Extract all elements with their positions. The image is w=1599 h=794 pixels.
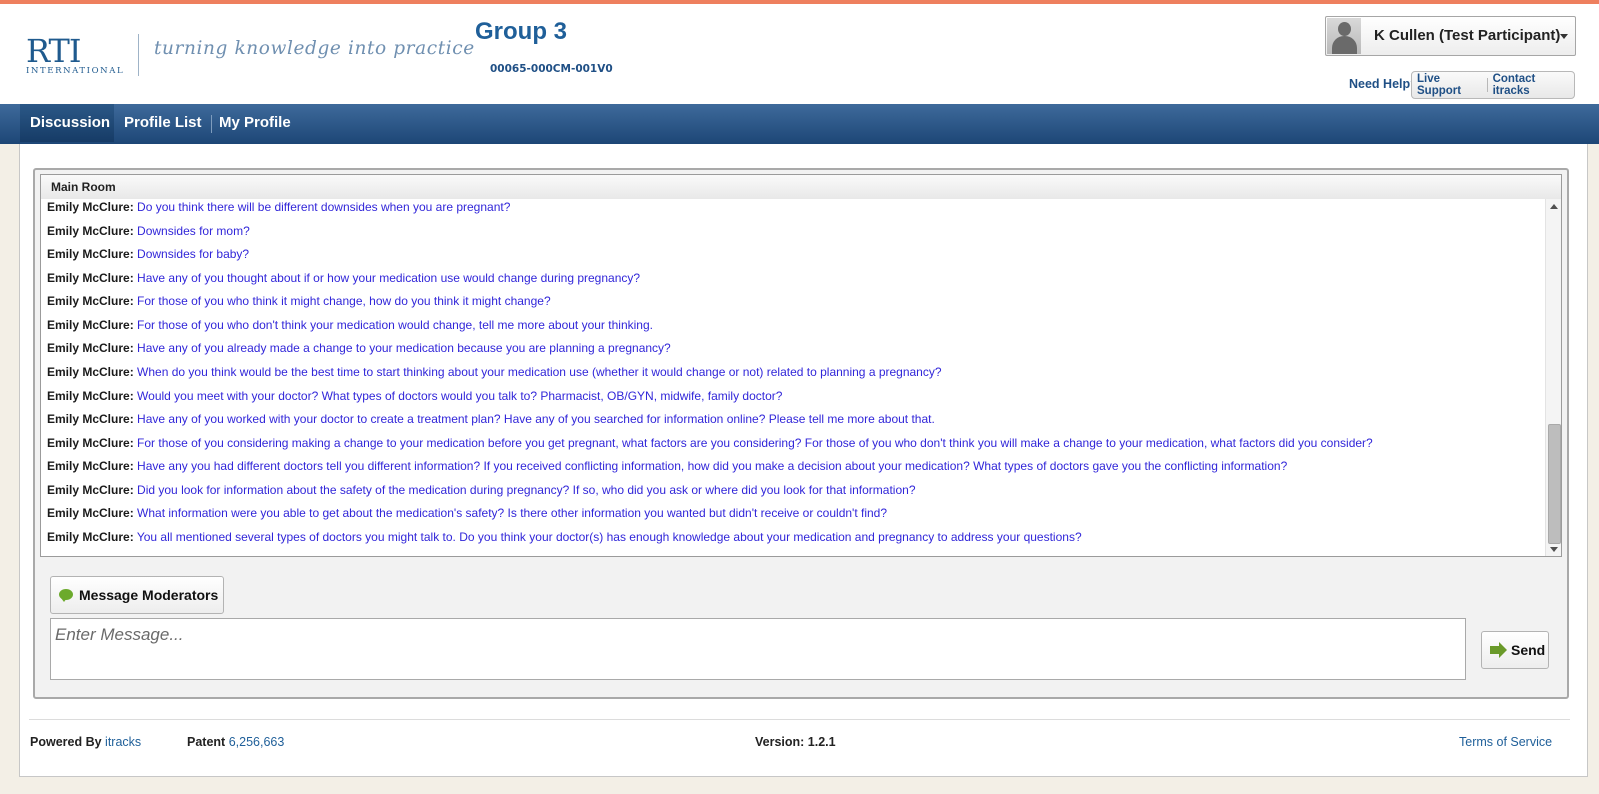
list-item: Emily McClure: Downsides for baby?: [47, 244, 249, 264]
chevron-down-icon: [1560, 34, 1568, 39]
logo-divider: [138, 34, 139, 76]
message-text: Have any of you worked with your doctor …: [137, 412, 935, 426]
scroll-up-arrow-icon[interactable]: [1550, 204, 1558, 209]
room-title: Main Room: [51, 180, 116, 194]
group-title: Group 3: [475, 18, 568, 45]
patent: Patent 6,256,663: [187, 735, 284, 749]
project-code: 00065-000CM-001V0: [490, 63, 613, 75]
contact-itracks-link[interactable]: Contact itracks: [1488, 73, 1574, 97]
footer-divider: [29, 719, 1570, 720]
itracks-link[interactable]: itracks: [105, 735, 141, 749]
tab-profile-list[interactable]: Profile List: [124, 104, 202, 142]
list-item: Emily McClure: Have any you had differen…: [47, 456, 1287, 476]
message-text: When do you think would be the best time…: [137, 365, 942, 379]
chat-container: Main Room Emily McClure: Do you think th…: [33, 168, 1569, 699]
message-text: Have any of you thought about if or how …: [137, 271, 641, 285]
message-author: Emily McClure:: [47, 247, 134, 261]
message-author: Emily McClure:: [47, 294, 134, 308]
need-help-label: Need Help?: [1349, 77, 1418, 91]
list-item: Emily McClure: For those of you who don'…: [47, 315, 653, 335]
message-author: Emily McClure:: [47, 365, 134, 379]
message-author: Emily McClure:: [47, 389, 134, 403]
rti-logo-wordmark: RTI: [26, 32, 82, 70]
arrow-right-icon: [1490, 642, 1507, 658]
message-author: Emily McClure:: [47, 506, 134, 520]
tab-discussion[interactable]: Discussion: [20, 104, 114, 142]
message-author: Emily McClure:: [47, 530, 134, 544]
patent-label: Patent: [187, 735, 226, 749]
message-scrollbar[interactable]: [1545, 199, 1561, 556]
main-nav: Discussion Profile List My Profile: [0, 104, 1599, 144]
message-text: For those of you who don't think your me…: [137, 318, 653, 332]
message-author: Emily McClure:: [47, 483, 134, 497]
list-item: Emily McClure: Have any of you already m…: [47, 338, 671, 358]
message-text: Did you look for information about the s…: [137, 483, 916, 497]
tab-my-profile[interactable]: My Profile: [219, 104, 291, 142]
message-text: For those of you considering making a ch…: [137, 436, 1373, 450]
list-item: Emily McClure: Have any of you worked wi…: [47, 409, 935, 429]
list-item: Emily McClure: For those of you consider…: [47, 433, 1373, 453]
message-author: Emily McClure:: [47, 436, 134, 450]
message-author: Emily McClure:: [47, 412, 134, 426]
room-header: Main Room: [40, 174, 1562, 200]
powered-by-label: Powered By: [30, 735, 102, 749]
message-author: Emily McClure:: [47, 224, 134, 238]
message-text: Downsides for baby?: [137, 247, 250, 261]
rti-logo[interactable]: RTI INTERNATIONAL: [26, 32, 125, 76]
patent-link[interactable]: 6,256,663: [229, 735, 285, 749]
send-label: Send: [1511, 642, 1546, 658]
live-support-link[interactable]: Live Support: [1412, 73, 1487, 97]
message-text: For those of you who think it might chan…: [137, 294, 551, 308]
tagline: turning knowledge into practice: [154, 38, 475, 59]
message-author: Emily McClure:: [47, 341, 134, 355]
version-label: Version: 1.2.1: [755, 735, 836, 749]
scroll-down-arrow-icon[interactable]: [1550, 547, 1558, 552]
message-author: Emily McClure:: [47, 200, 134, 214]
message-list[interactable]: Emily McClure: Do you think there will b…: [40, 199, 1562, 557]
message-author: Emily McClure:: [47, 271, 134, 285]
rti-logo-subtext: INTERNATIONAL: [26, 66, 125, 76]
list-item: Emily McClure: You all mentioned several…: [47, 527, 1082, 547]
powered-by: Powered By itracks: [30, 735, 141, 749]
message-author: Emily McClure:: [47, 318, 134, 332]
message-moderators-button[interactable]: Message Moderators: [50, 576, 224, 614]
header: RTI INTERNATIONAL turning knowledge into…: [0, 4, 1599, 104]
help-links: Live Support Contact itracks: [1411, 71, 1575, 99]
list-item: Emily McClure: When do you think would b…: [47, 362, 942, 382]
message-text: Would you meet with your doctor? What ty…: [137, 389, 783, 403]
list-item: Emily McClure: Would you meet with your …: [47, 386, 782, 406]
terms-of-service-link[interactable]: Terms of Service: [1459, 735, 1552, 749]
message-text: Do you think there will be different dow…: [137, 200, 511, 214]
message-text: Downsides for mom?: [137, 224, 250, 238]
user-menu-dropdown[interactable]: K Cullen (Test Participant): [1325, 16, 1576, 56]
message-author: Emily McClure:: [47, 459, 134, 473]
list-item: Emily McClure: Have any of you thought a…: [47, 268, 640, 288]
message-text: You all mentioned several types of docto…: [136, 530, 1082, 544]
nav-divider: [211, 115, 212, 133]
terms-container: Terms of Service: [1459, 735, 1552, 749]
list-item: Emily McClure: For those of you who thin…: [47, 291, 551, 311]
list-item: Emily McClure: Did you look for informat…: [47, 480, 916, 500]
scroll-thumb[interactable]: [1548, 424, 1561, 544]
list-item: Emily McClure: Do you think there will b…: [47, 199, 510, 217]
message-text: What information were you able to get ab…: [137, 506, 888, 520]
user-name: K Cullen (Test Participant): [1374, 27, 1561, 44]
message-moderators-label: Message Moderators: [79, 587, 219, 603]
message-input[interactable]: [50, 618, 1466, 680]
speech-bubble-icon: [59, 589, 73, 602]
list-item: Emily McClure: What information were you…: [47, 503, 887, 523]
avatar-icon: [1327, 18, 1361, 54]
message-text: Have any you had different doctors tell …: [137, 459, 1288, 473]
send-button[interactable]: Send: [1481, 631, 1549, 669]
message-text: Have any of you already made a change to…: [137, 341, 671, 355]
list-item: Emily McClure: Downsides for mom?: [47, 221, 250, 241]
